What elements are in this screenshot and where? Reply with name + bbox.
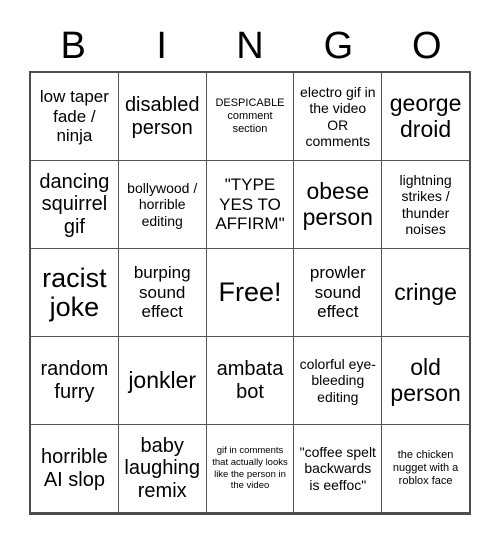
bingo-cell[interactable]: colorful eye-bleeding editing xyxy=(293,337,381,424)
bingo-cell-label: baby laughing remix xyxy=(124,434,200,502)
bingo-cell[interactable]: jonkler xyxy=(117,337,206,424)
bingo-cell-label: colorful eye-bleeding editing xyxy=(299,356,376,405)
header-letter-i: I xyxy=(156,25,167,67)
bingo-cell[interactable]: cringe xyxy=(381,249,469,336)
header-letter-o: O xyxy=(412,25,442,67)
bingo-cell-label: bollywood / horrible editing xyxy=(127,180,198,229)
bingo-cell[interactable]: electro gif in the video OR comments xyxy=(293,73,381,160)
bingo-cell[interactable]: gif in comments that actually looks like… xyxy=(205,425,294,512)
bingo-cell-label: racist joke xyxy=(42,262,107,322)
bingo-cell[interactable]: DESPICABLE comment section xyxy=(205,73,294,160)
bingo-cell[interactable]: dancing squirrel gif xyxy=(31,161,118,248)
bingo-cell-label: random furry xyxy=(40,358,109,403)
bingo-cell[interactable]: burping sound effect xyxy=(117,249,206,336)
bingo-cell-label: burping sound effect xyxy=(133,263,191,322)
bingo-card: B I N G O low taper fade / ninja disable… xyxy=(0,0,500,544)
header-letter-g: G xyxy=(323,25,354,67)
bingo-cell-label: disabled person xyxy=(124,94,200,139)
bingo-cell[interactable]: prowler sound effect xyxy=(293,249,381,336)
header-letter-n: N xyxy=(236,25,264,67)
bingo-cell[interactable]: random furry xyxy=(31,337,118,424)
bingo-cell[interactable]: "coffee spelt backwards is eeffoc" xyxy=(293,425,381,512)
header-letter-b: B xyxy=(60,25,86,67)
bingo-cell-label: low taper fade / ninja xyxy=(39,87,109,146)
bingo-cell[interactable]: old person xyxy=(381,337,469,424)
bingo-cell-label: horrible AI slop xyxy=(41,446,108,491)
bingo-cell[interactable]: racist joke xyxy=(31,249,118,336)
bingo-cell-label: gif in comments that actually looks like… xyxy=(212,444,288,492)
bingo-row: dancing squirrel gif bollywood / horribl… xyxy=(31,160,469,248)
bingo-cell-label: george droid xyxy=(389,90,462,142)
bingo-cell-label: cringe xyxy=(394,278,457,305)
bingo-cell-label: old person xyxy=(390,354,461,406)
bingo-row: random furry jonkler ambata bot colorful… xyxy=(31,336,469,424)
bingo-cell[interactable]: low taper fade / ninja xyxy=(31,73,118,160)
bingo-cell-label: DESPICABLE comment section xyxy=(215,96,285,136)
bingo-cell-label: dancing squirrel gif xyxy=(39,170,110,238)
bingo-cell-label: "TYPE YES TO AFFIRM" xyxy=(215,175,285,234)
bingo-cell[interactable]: george droid xyxy=(381,73,469,160)
bingo-cell-label: prowler sound effect xyxy=(309,263,366,322)
bingo-cell[interactable]: disabled person xyxy=(117,73,206,160)
bingo-cell[interactable]: lightning strikes / thunder noises xyxy=(381,161,469,248)
bingo-row: low taper fade / ninja disabled person D… xyxy=(31,73,469,160)
bingo-row: horrible AI slop baby laughing remix gif… xyxy=(31,424,469,512)
bingo-cell-label: jonkler xyxy=(128,366,197,393)
bingo-cell-label: the chicken nugget with a roblox face xyxy=(392,448,459,488)
bingo-cell-label: obese person xyxy=(302,178,373,230)
bingo-cell[interactable]: horrible AI slop xyxy=(31,425,118,512)
bingo-cell[interactable]: "TYPE YES TO AFFIRM" xyxy=(205,161,294,248)
bingo-cell[interactable]: baby laughing remix xyxy=(117,425,206,512)
bingo-cell-label: Free! xyxy=(218,277,282,308)
bingo-cell-free[interactable]: Free! xyxy=(205,249,294,336)
bingo-cell[interactable]: obese person xyxy=(293,161,381,248)
bingo-cell-label: "coffee spelt backwards is eeffoc" xyxy=(299,444,376,493)
bingo-row: racist joke burping sound effect Free! p… xyxy=(31,248,469,336)
bingo-cell-label: ambata bot xyxy=(216,358,284,403)
bingo-cell-label: electro gif in the video OR comments xyxy=(300,84,376,149)
bingo-cell[interactable]: ambata bot xyxy=(205,337,294,424)
bingo-grid: low taper fade / ninja disabled person D… xyxy=(29,71,471,515)
bingo-cell-label: lightning strikes / thunder noises xyxy=(399,172,452,237)
bingo-header: B I N G O xyxy=(29,22,471,70)
bingo-cell[interactable]: bollywood / horrible editing xyxy=(117,161,206,248)
bingo-cell[interactable]: the chicken nugget with a roblox face xyxy=(381,425,469,512)
